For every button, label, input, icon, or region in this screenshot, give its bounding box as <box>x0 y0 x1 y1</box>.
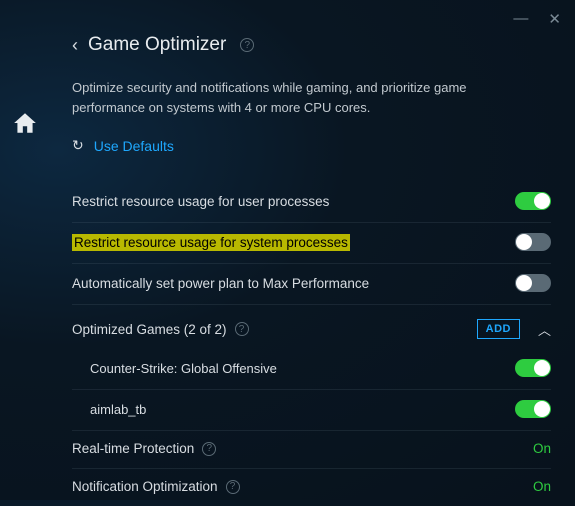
status-value: On <box>533 441 551 456</box>
setting-label: Automatically set power plan to Max Perf… <box>72 276 369 291</box>
status-label: Notification Optimization ? <box>72 479 240 494</box>
use-defaults-button[interactable]: ↻ Use Defaults <box>72 137 551 154</box>
help-icon[interactable]: ? <box>235 322 249 336</box>
page-header: ‹ Game Optimizer ? <box>72 34 551 56</box>
help-icon[interactable]: ? <box>240 38 254 52</box>
home-icon[interactable] <box>12 110 38 141</box>
setting-restrict-user: Restrict resource usage for user process… <box>72 182 551 223</box>
close-button[interactable]: ✕ <box>548 10 561 28</box>
add-game-button[interactable]: ADD <box>477 319 520 339</box>
use-defaults-label: Use Defaults <box>94 138 174 154</box>
content: ‹ Game Optimizer ? Optimize security and… <box>72 34 551 500</box>
window-controls: — ✕ <box>513 10 561 28</box>
toggle-game[interactable] <box>515 359 551 377</box>
page-title: Game Optimizer <box>88 34 226 56</box>
toggle-power-plan[interactable] <box>515 274 551 292</box>
setting-label: Restrict resource usage for user process… <box>72 194 329 209</box>
toggle-game[interactable] <box>515 400 551 418</box>
setting-label: Restrict resource usage for system proce… <box>72 234 350 251</box>
optimized-games-header: Optimized Games (2 of 2) ? ADD ︿ <box>72 305 551 349</box>
game-row: aimlab_tb <box>72 390 551 431</box>
game-name: Counter-Strike: Global Offensive <box>90 361 277 376</box>
chevron-up-icon[interactable]: ︿ <box>538 320 551 339</box>
sidebar <box>0 110 50 141</box>
setting-power-plan: Automatically set power plan to Max Perf… <box>72 264 551 305</box>
status-label: Real-time Protection ? <box>72 441 216 456</box>
section-label: Optimized Games (2 of 2) ? <box>72 322 249 337</box>
back-button[interactable]: ‹ <box>72 36 78 54</box>
toggle-restrict-system[interactable] <box>515 233 551 251</box>
setting-restrict-system: Restrict resource usage for system proce… <box>72 223 551 264</box>
game-row: Counter-Strike: Global Offensive <box>72 349 551 390</box>
refresh-icon: ↻ <box>72 137 84 154</box>
game-name: aimlab_tb <box>90 402 146 417</box>
status-notification: Notification Optimization ? On <box>72 469 551 506</box>
minimize-button[interactable]: — <box>513 10 528 28</box>
page-description: Optimize security and notifications whil… <box>72 78 532 117</box>
toggle-restrict-user[interactable] <box>515 192 551 210</box>
help-icon[interactable]: ? <box>226 480 240 494</box>
status-realtime: Real-time Protection ? On <box>72 431 551 469</box>
help-icon[interactable]: ? <box>202 442 216 456</box>
status-value: On <box>533 479 551 494</box>
